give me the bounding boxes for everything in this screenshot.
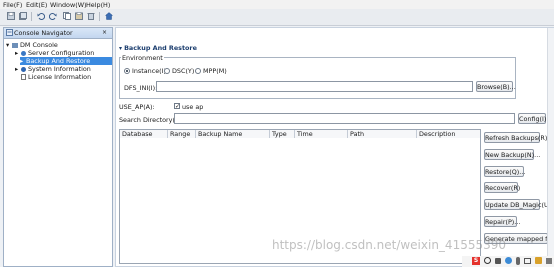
system-tray: S <box>462 256 554 267</box>
tree-label: License Information <box>28 73 92 81</box>
console-icon <box>12 42 18 48</box>
tree-label: Server Configuration <box>28 49 95 57</box>
punctuation-icon[interactable] <box>495 258 501 264</box>
search-directory-input[interactable] <box>174 113 515 124</box>
undo-icon[interactable] <box>36 11 46 21</box>
microphone-icon[interactable] <box>516 257 520 265</box>
redo-icon[interactable] <box>48 11 58 21</box>
dfs-ini-input[interactable] <box>156 81 473 92</box>
delete-icon[interactable] <box>86 11 96 21</box>
instance-radio[interactable] <box>124 68 130 74</box>
vertical-scrollbar[interactable] <box>547 28 554 266</box>
save-all-icon[interactable] <box>18 11 28 21</box>
use-ap-checkbox[interactable]: ✓ <box>174 103 180 110</box>
mpp-radio[interactable] <box>195 68 201 74</box>
toolbar <box>0 9 554 26</box>
instance-label: Instance(I) <box>132 67 167 75</box>
menu-file[interactable]: File(F) <box>3 1 22 9</box>
license-icon <box>21 74 26 80</box>
column-backup-name[interactable]: Backup Name <box>196 130 270 138</box>
tree-item-server-configuration[interactable]: ▸ Server Configuration <box>15 49 94 57</box>
paste-icon[interactable] <box>74 11 84 21</box>
tree-label: System Information <box>28 65 91 73</box>
repair-button[interactable]: Repair(P)... <box>484 216 520 227</box>
gear-icon <box>21 50 26 56</box>
watermark-text: https://blog.csdn.net/weixin_41555390 <box>272 238 507 252</box>
copy-icon[interactable] <box>62 11 72 21</box>
tree-item-license-information[interactable]: License Information <box>21 73 91 81</box>
environment-label: Environment <box>121 54 164 62</box>
navigator-tab-icon <box>6 29 13 38</box>
restore-button[interactable]: Restore(Q)... <box>484 166 525 177</box>
menu-bar: File(F) Edit(E) Window(W) Help(H) <box>0 0 554 9</box>
navigator-tab-label: Console Navigator <box>14 29 73 37</box>
update-db-magic-button[interactable]: Update DB_Magic(U) <box>484 199 551 210</box>
config-button[interactable]: Config(I) <box>518 113 546 124</box>
dsc-radio[interactable] <box>164 68 170 74</box>
menu-help[interactable]: Help(H) <box>86 1 110 9</box>
browse-button[interactable]: Browse(B)... <box>476 81 516 92</box>
sogou-ime-icon[interactable]: S <box>472 257 480 265</box>
close-icon[interactable]: × <box>102 29 107 36</box>
keyboard-icon[interactable] <box>524 258 531 264</box>
column-type[interactable]: Type <box>270 130 295 138</box>
column-time[interactable]: Time <box>295 130 348 138</box>
use-ap-checkbox-label: use ap <box>182 103 204 111</box>
dsc-label: DSC(Y) <box>172 67 195 75</box>
console-navigator-panel: Console Navigator × ▾ DM Console ▸ Server … <box>3 27 113 267</box>
use-ap-label: USE_AP(A): <box>119 103 155 111</box>
recover-button[interactable]: Recover(R) <box>484 182 520 193</box>
tree-label: DM Console <box>20 41 58 49</box>
column-description[interactable]: Description <box>417 130 480 138</box>
dfs-ini-label: DFS_INI(I): <box>124 84 158 92</box>
menu-window[interactable]: Window(W) <box>50 1 87 9</box>
refresh-backups-button[interactable]: Refresh Backups(R) <box>484 132 547 143</box>
section-title: Backup And Restore <box>124 44 197 52</box>
collapse-icon[interactable]: ▾ <box>119 45 122 52</box>
column-path[interactable]: Path <box>348 130 417 138</box>
section-header[interactable]: ▾ Backup And Restore <box>119 44 197 52</box>
column-database[interactable]: Database <box>120 130 168 138</box>
tree-item-system-information[interactable]: ▸ System Information <box>15 65 91 73</box>
emoji-icon[interactable] <box>505 257 512 264</box>
tree-label: Backup And Restore <box>26 57 91 65</box>
column-range[interactable]: Range <box>168 130 196 138</box>
ime-mode-icon[interactable] <box>484 257 491 264</box>
tree-item-backup-and-restore[interactable]: ▸ Backup And Restore <box>20 57 112 65</box>
skin-icon[interactable] <box>535 257 542 264</box>
tree-item-dm-console[interactable]: ▾ DM Console <box>6 41 58 49</box>
save-icon[interactable] <box>6 11 16 21</box>
info-icon <box>21 66 26 72</box>
toolbox-icon[interactable] <box>546 258 552 264</box>
home-icon[interactable] <box>104 11 114 21</box>
menu-edit[interactable]: Edit(E) <box>26 1 47 9</box>
mpp-label: MPP(M) <box>203 67 227 75</box>
environment-group: Environment Instance(I) DSC(Y) MPP(M) DF… <box>119 54 516 99</box>
console-navigator-tab[interactable]: Console Navigator × <box>4 28 112 39</box>
new-backup-button[interactable]: New Backup(N)... <box>484 149 540 160</box>
backup-restore-panel: ▾ Backup And Restore Environment Instanc… <box>115 27 554 267</box>
